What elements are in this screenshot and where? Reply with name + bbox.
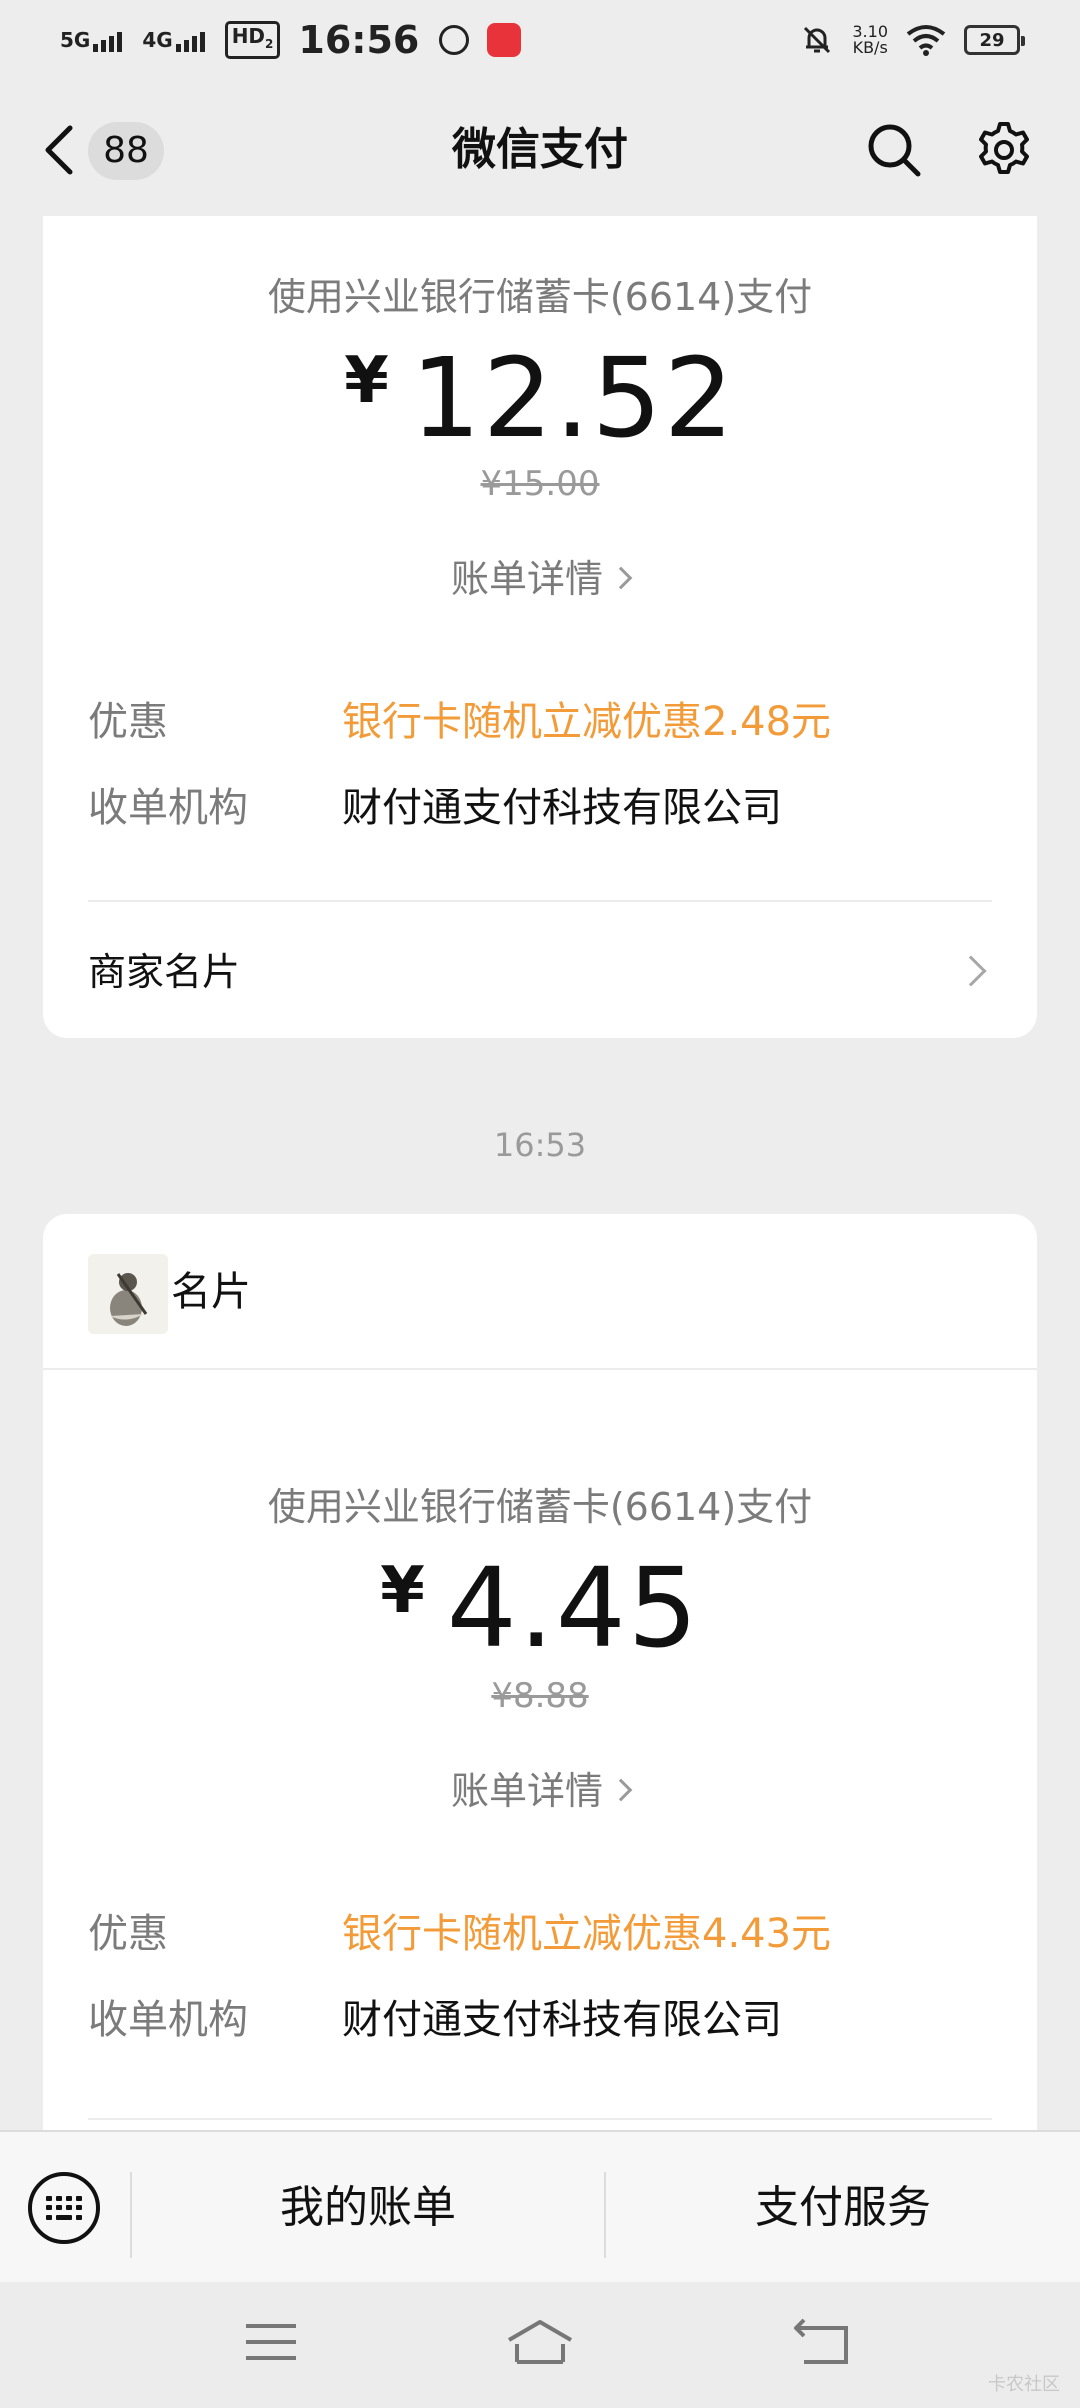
acquirer-row: 收单机构 财付通支付科技有限公司 bbox=[88, 778, 992, 838]
payment-card: 使用兴业银行储蓄卡(6614)支付 ¥12.52 ¥15.00 账单详情 优惠 … bbox=[43, 216, 1037, 1038]
bottom-menu-bar: 我的账单 支付服务 bbox=[0, 2130, 1080, 2282]
discount-label: 优惠 bbox=[88, 699, 168, 745]
merchant-card-link[interactable]: 商家名片 bbox=[88, 932, 992, 1012]
app-notification-icon-red bbox=[487, 23, 522, 57]
wifi-icon bbox=[906, 25, 946, 56]
acquirer-label: 收单机构 bbox=[88, 785, 248, 831]
system-navigation-bar: 卡农社区 bbox=[0, 2282, 1080, 2408]
status-bar: 5G 4G HD2 16:56 3.10 KB/s 29 bbox=[0, 0, 1080, 80]
keyboard-toggle-button[interactable] bbox=[28, 2172, 100, 2244]
keyboard-icon bbox=[46, 2196, 82, 2220]
gear-icon[interactable] bbox=[974, 120, 1034, 180]
discount-value: 银行卡随机立减优惠2.48元 bbox=[342, 699, 832, 745]
card-header-title: 名片 bbox=[171, 1269, 251, 1315]
battery-icon: 29 bbox=[964, 25, 1025, 55]
network-speed: 3.10 KB/s bbox=[852, 22, 888, 57]
discount-row: 优惠 银行卡随机立减优惠4.43元 bbox=[88, 1904, 992, 1964]
merchant-avatar bbox=[88, 1254, 168, 1334]
bill-detail-link[interactable]: 账单详情 bbox=[43, 1760, 1037, 1815]
signal-4g-icon: 4G bbox=[142, 28, 205, 52]
menu-icon[interactable] bbox=[236, 2312, 306, 2372]
original-price: ¥15.00 bbox=[480, 464, 600, 504]
acquirer-label: 收单机构 bbox=[88, 1997, 248, 2043]
payment-card: 名片 使用兴业银行储蓄卡(6614)支付 ¥4.45 ¥8.88 账单详情 优惠… bbox=[43, 1214, 1037, 2214]
card-header[interactable]: 名片 bbox=[43, 1214, 1037, 1370]
unread-count-badge[interactable]: 88 bbox=[88, 122, 164, 180]
discount-row: 优惠 银行卡随机立减优惠2.48元 bbox=[88, 692, 992, 752]
original-price: ¥8.88 bbox=[491, 1676, 589, 1716]
mute-bell-icon bbox=[804, 26, 831, 54]
chevron-right-icon bbox=[609, 566, 633, 590]
acquirer-row: 收单机构 财付通支付科技有限公司 bbox=[88, 1990, 992, 2050]
back-icon[interactable] bbox=[790, 2312, 860, 2372]
home-icon[interactable] bbox=[505, 2312, 575, 2372]
menu-pay-services[interactable]: 支付服务 bbox=[606, 2132, 1080, 2284]
search-icon[interactable] bbox=[866, 122, 922, 178]
top-nav-bar: 88 微信支付 bbox=[0, 80, 1080, 220]
bill-detail-link[interactable]: 账单详情 bbox=[43, 548, 1037, 603]
status-time: 16:56 bbox=[298, 18, 420, 62]
acquirer-value: 财付通支付科技有限公司 bbox=[342, 1997, 782, 2043]
menu-my-bills[interactable]: 我的账单 bbox=[132, 2132, 604, 2284]
divider bbox=[88, 900, 992, 902]
payment-method: 使用兴业银行储蓄卡(6614)支付 bbox=[267, 1485, 813, 1529]
chevron-right-icon bbox=[955, 955, 987, 987]
hd-voice-icon: HD2 bbox=[224, 21, 281, 59]
payment-amount: ¥4.45 bbox=[380, 1544, 700, 1672]
acquirer-value: 财付通支付科技有限公司 bbox=[342, 785, 782, 831]
watermark: 卡农社区 bbox=[988, 2374, 1060, 2395]
payment-amount: ¥12.52 bbox=[344, 334, 736, 462]
divider bbox=[88, 2118, 992, 2120]
back-arrow-icon[interactable] bbox=[40, 122, 80, 178]
message-timestamp: 16:53 bbox=[493, 1126, 587, 1164]
payment-method: 使用兴业银行储蓄卡(6614)支付 bbox=[267, 275, 813, 319]
chevron-right-icon bbox=[609, 1778, 633, 1802]
app-notification-icon bbox=[439, 25, 470, 55]
discount-label: 优惠 bbox=[88, 1911, 168, 1957]
discount-value: 银行卡随机立减优惠4.43元 bbox=[342, 1911, 832, 1957]
signal-5g-icon: 5G bbox=[60, 28, 123, 52]
